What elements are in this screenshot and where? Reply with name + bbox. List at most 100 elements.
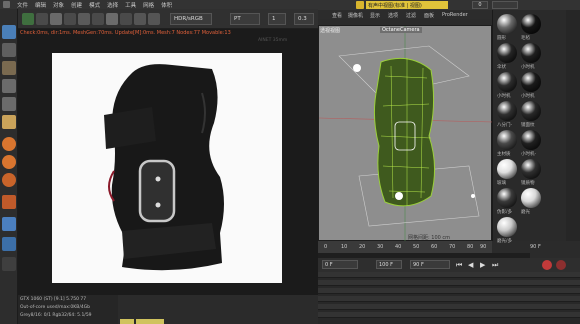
layers-icon[interactable]	[2, 237, 16, 251]
texture-icon[interactable]	[2, 61, 16, 75]
pause-icon[interactable]	[50, 13, 62, 25]
snap-icon[interactable]	[2, 137, 16, 151]
kernel-select[interactable]: PT	[230, 13, 260, 25]
end-frame-field[interactable]: 90 F	[410, 260, 450, 269]
material-scrollbar[interactable]	[566, 10, 580, 241]
more-tools-icon[interactable]	[2, 257, 16, 271]
clay-icon[interactable]	[134, 13, 146, 25]
menu-select[interactable]: 选择	[107, 1, 118, 9]
material-swatch[interactable]	[497, 101, 517, 121]
layout-field[interactable]	[492, 1, 518, 9]
material-swatch[interactable]	[497, 130, 517, 150]
colorspace-select[interactable]: HDR/sRGB	[170, 13, 212, 25]
material-swatch[interactable]	[521, 101, 541, 121]
step-back-icon[interactable]: ◀	[468, 261, 476, 269]
material-swatch[interactable]	[497, 72, 517, 92]
attr-row[interactable]	[318, 296, 580, 302]
attr-row[interactable]	[318, 304, 580, 310]
play-icon[interactable]	[22, 13, 34, 25]
go-end-icon[interactable]: ⏭	[492, 261, 500, 269]
material-swatch[interactable]	[497, 14, 517, 34]
tick-30: 30	[377, 244, 384, 250]
layout-header: 有声中视图(标准 | 视图) 0	[318, 0, 580, 10]
cube-icon[interactable]	[2, 25, 16, 39]
material-swatch[interactable]	[521, 43, 541, 63]
play-icon-transport[interactable]: ▶	[480, 261, 488, 269]
snap-settings-icon[interactable]	[2, 155, 16, 169]
model-icon[interactable]	[2, 43, 16, 57]
app-window: 文件 编辑 对象 创建 模式 选择 工具 网格 体积 HDR/sRGB PT 1…	[0, 0, 580, 324]
start-frame-field[interactable]: 0 F	[322, 260, 358, 269]
material-label: 小时机	[521, 94, 535, 99]
lock-icon[interactable]	[106, 13, 118, 25]
transport-bar: 0 F 100 F 90 F ⏮ ◀ ▶ ⏭	[318, 258, 580, 272]
tick-70: 70	[449, 244, 456, 250]
material-label: 圆形	[497, 36, 506, 41]
camera-info: AINET 35mm	[258, 38, 288, 43]
focus-icon[interactable]	[120, 13, 132, 25]
vmenu-camera[interactable]: 摄像机	[348, 12, 363, 19]
layout-count[interactable]: 0	[472, 1, 488, 9]
material-swatch[interactable]	[521, 188, 541, 208]
attr-row[interactable]	[318, 280, 580, 286]
material-label: 镜面纹	[521, 123, 535, 128]
menu-file[interactable]: 文件	[17, 1, 28, 9]
vmenu-display[interactable]: 显示	[370, 12, 380, 19]
menu-object[interactable]: 对象	[53, 1, 64, 9]
material-swatch[interactable]	[497, 159, 517, 179]
axis-icon[interactable]	[2, 115, 16, 129]
menu-mesh[interactable]: 网格	[143, 1, 154, 9]
paint-icon[interactable]	[2, 195, 16, 209]
go-start-icon[interactable]: ⏮	[456, 261, 464, 269]
attr-row[interactable]	[318, 272, 580, 278]
autokey-icon[interactable]	[556, 260, 566, 270]
material-label: 八分门-	[497, 123, 513, 128]
material-label: 镜质物	[521, 181, 535, 186]
tick-0: 0	[324, 244, 328, 250]
material-swatch[interactable]	[497, 188, 517, 208]
spinner-a[interactable]: 1	[268, 13, 286, 25]
attr-row[interactable]	[318, 288, 580, 294]
material-label: 小时机	[497, 94, 511, 99]
material-label: 伞状	[497, 65, 506, 70]
spinner-b[interactable]: 0.3	[294, 13, 314, 25]
settings-icon[interactable]	[78, 13, 90, 25]
vmenu-filter[interactable]: 过滤	[406, 12, 416, 19]
tick-10: 10	[341, 244, 348, 250]
material-swatch[interactable]	[521, 14, 541, 34]
max-frame-field[interactable]: 100 F	[376, 260, 402, 269]
texture-line: Grey8/16: 0/1 Rgb32/64: 5.1/59	[20, 313, 92, 318]
vmenu-options[interactable]: 选项	[388, 12, 398, 19]
menu-mode[interactable]: 模式	[89, 1, 100, 9]
material-swatch[interactable]	[521, 72, 541, 92]
layout-icon[interactable]	[356, 1, 364, 9]
region-icon[interactable]	[92, 13, 104, 25]
workplane-icon[interactable]	[2, 173, 16, 187]
refresh-icon[interactable]	[36, 13, 48, 25]
vmenu-view[interactable]: 查看	[332, 12, 342, 19]
record-icon[interactable]	[542, 260, 552, 270]
menu-create[interactable]: 创建	[71, 1, 82, 9]
stop-icon[interactable]	[64, 13, 76, 25]
menu-edit[interactable]: 编辑	[35, 1, 46, 9]
tick-50: 50	[413, 244, 420, 250]
grid-icon[interactable]	[2, 217, 16, 231]
edge-icon[interactable]	[2, 97, 16, 111]
material-swatch[interactable]	[497, 217, 517, 237]
material-swatch[interactable]	[521, 130, 541, 150]
point-icon[interactable]	[2, 79, 16, 93]
camera-label[interactable]: OctaneCamera	[380, 27, 422, 33]
vmenu-panel[interactable]: 面板	[424, 12, 434, 19]
material-swatch[interactable]	[521, 159, 541, 179]
material-swatch[interactable]	[497, 43, 517, 63]
menu-volume[interactable]: 体积	[161, 1, 172, 9]
render-stats-panel: GTX 1060 (ST) [9.1] 5.750 77 Out-of-core…	[18, 295, 118, 324]
vmenu-prorender[interactable]: ProRender	[442, 12, 468, 18]
save-image-icon[interactable]	[148, 13, 160, 25]
attr-row[interactable]	[318, 312, 580, 318]
material-label: 小时机	[521, 65, 535, 70]
timeline-end: 90 F	[530, 244, 541, 250]
layout-selector[interactable]: 有声中视图(标准 | 视图)	[366, 1, 448, 9]
perspective-viewport[interactable]	[318, 25, 494, 242]
menu-tools[interactable]: 工具	[125, 1, 136, 9]
